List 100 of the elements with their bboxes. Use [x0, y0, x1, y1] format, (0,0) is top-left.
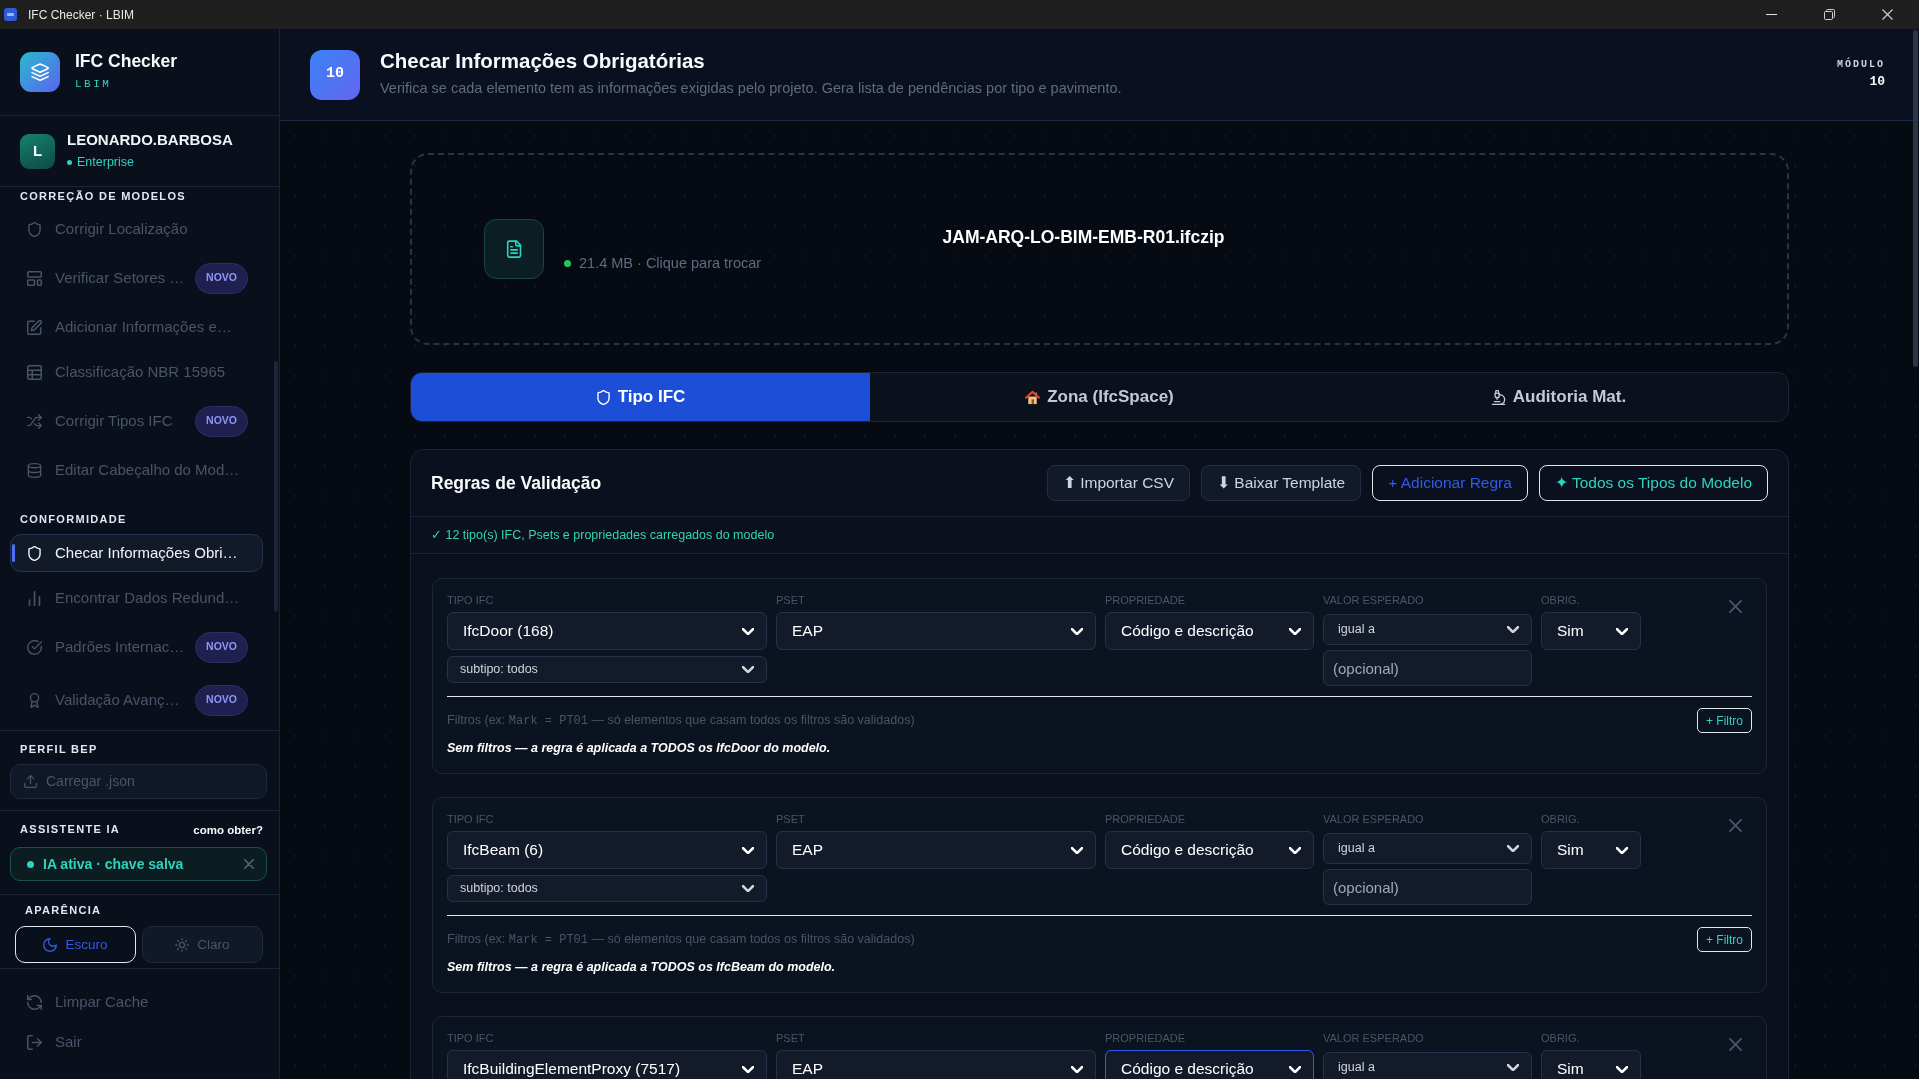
- document-icon: [484, 219, 544, 279]
- status-dot-icon: [564, 260, 571, 268]
- remove-key-button[interactable]: [244, 859, 254, 870]
- filters-hint: Filtros (ex: Mark = PT01 — só elementos que casam todos os filtros são validados): [447, 931, 915, 949]
- field-label: PROPRIEDADE: [1105, 1032, 1186, 1045]
- pset-dropdown[interactable]: EAP: [776, 1050, 1096, 1079]
- status-dot-icon: [67, 159, 72, 165]
- field-label: OBRIG.: [1541, 1032, 1580, 1045]
- field-label: VALOR ESPERADO: [1323, 594, 1424, 607]
- ifc-type-dropdown[interactable]: IfcDoor (168): [447, 612, 767, 650]
- logout-icon: [27, 1034, 42, 1050]
- module-number: 10: [1869, 74, 1885, 90]
- new-badge: NOVO: [195, 631, 248, 663]
- chevron-down-icon: [1071, 627, 1083, 635]
- tab[interactable]: Auditoria Mat.: [1329, 373, 1788, 421]
- panel-title: Regras de Validação: [431, 471, 602, 495]
- ai-status-text: IA ativa · chave salva: [43, 854, 184, 874]
- remove-rule-button[interactable]: [1729, 600, 1742, 613]
- remove-rule-button[interactable]: [1729, 819, 1742, 832]
- refresh-icon: [27, 994, 42, 1010]
- chevron-down-icon: [1289, 627, 1301, 635]
- tab[interactable]: Tipo IFC: [411, 373, 870, 421]
- new-badge: NOVO: [195, 405, 248, 437]
- microscope-icon: [1490, 389, 1506, 405]
- pset-dropdown[interactable]: EAP: [776, 612, 1096, 650]
- field-label: PROPRIEDADE: [1105, 594, 1186, 607]
- field-label: OBRIG.: [1541, 594, 1580, 607]
- scrollbar-thumb[interactable]: [1913, 30, 1918, 367]
- file-drop-zone[interactable]: JAM-ARQ-LO-BIM-EMB-R01.ifczip 21.4 MB · Clique para trocar: [410, 153, 1789, 345]
- section-title: CORREÇÃO DE MODELOS: [20, 189, 186, 203]
- chevron-down-icon: [1616, 1065, 1628, 1073]
- add-filter-button[interactable]: + Filtro: [1697, 927, 1752, 952]
- expected-value-input[interactable]: (opcional): [1323, 869, 1532, 905]
- pset-dropdown[interactable]: EAP: [776, 831, 1096, 869]
- ifc-type-dropdown[interactable]: IfcBuildingElementProxy (7517): [447, 1050, 767, 1079]
- field-label: TIPO IFC: [447, 594, 494, 607]
- operator-dropdown[interactable]: igual a: [1323, 614, 1532, 645]
- add-filter-button[interactable]: + Filtro: [1697, 708, 1752, 733]
- sidebar-item[interactable]: Checar Informações Obri…: [10, 534, 263, 572]
- close-icon: [1729, 819, 1742, 832]
- rule-note: Sem filtros — a regra é aplicada a TODOS os IfcDoor do modelo.: [447, 740, 831, 756]
- edit-icon: [27, 319, 42, 335]
- window-title: IFC Checker · LBIM: [28, 6, 135, 24]
- chevron-down-icon: [1289, 1065, 1301, 1073]
- page-description: Verifica se cada elemento tem as informações exigidas pelo projeto. Gera lista de pendências por tipo e pavimento.: [380, 79, 1122, 99]
- required-dropdown[interactable]: Sim: [1541, 612, 1641, 650]
- filters-hint: Filtros (ex: Mark = PT01 — só elementos que casam todos os filtros são validados): [447, 712, 915, 730]
- action-button[interactable]: ✦ Todos os Tipos do Modelo: [1538, 465, 1768, 501]
- house-icon: [1025, 389, 1041, 405]
- page-title: Checar Informações Obrigatórias: [380, 48, 705, 74]
- operator-dropdown[interactable]: igual a: [1323, 833, 1532, 864]
- file-name: JAM-ARQ-LO-BIM-EMB-R01.ifczip: [942, 226, 1225, 247]
- help-link[interactable]: como obter?: [193, 822, 263, 840]
- action-button[interactable]: ⬆ Importar CSV: [1046, 465, 1191, 501]
- remove-rule-button[interactable]: [1729, 1038, 1742, 1051]
- new-badge: NOVO: [195, 262, 248, 294]
- app-subtitle: LBIM: [75, 77, 112, 93]
- expected-value-input[interactable]: (opcional): [1323, 650, 1532, 686]
- shield-icon: [27, 545, 42, 561]
- chevron-down-icon: [742, 846, 754, 854]
- shield-icon: [595, 389, 611, 405]
- field-label: OBRIG.: [1541, 813, 1580, 826]
- layers-logo-icon: [20, 52, 60, 92]
- section-title: PERFIL BEP: [20, 742, 98, 756]
- chevron-down-icon: [1616, 846, 1628, 854]
- bar-chart-icon: [27, 590, 42, 606]
- user-name: LEONARDO.BARBOSA: [67, 130, 233, 149]
- property-dropdown[interactable]: Código e descrição: [1105, 831, 1314, 869]
- required-dropdown[interactable]: Sim: [1541, 831, 1641, 869]
- upload-icon: [24, 775, 37, 788]
- check-circle-icon: [27, 639, 42, 655]
- field-label: TIPO IFC: [447, 1032, 494, 1045]
- field-label: PSET: [776, 813, 805, 826]
- subtype-dropdown[interactable]: subtipo: todos: [447, 875, 767, 902]
- property-dropdown[interactable]: Código e descrição: [1105, 612, 1314, 650]
- field-label: PSET: [776, 1032, 805, 1045]
- field-label: VALOR ESPERADO: [1323, 813, 1424, 826]
- operator-dropdown[interactable]: igual a: [1323, 1052, 1532, 1079]
- app-icon: [4, 8, 17, 21]
- chevron-down-icon: [1071, 846, 1083, 854]
- close-icon: [1881, 9, 1893, 20]
- section-title: ASSISTENTE IA: [20, 822, 121, 836]
- field-label: PROPRIEDADE: [1105, 813, 1186, 826]
- chevron-down-icon: [742, 627, 754, 635]
- layout-icon: [27, 270, 42, 286]
- table-icon: [27, 364, 42, 380]
- property-dropdown[interactable]: Código e descrição: [1105, 1050, 1314, 1079]
- status-message: ✓ 12 tipo(s) IFC, Psets e propriedades carregados do modelo: [431, 526, 775, 544]
- restore-icon: [1823, 9, 1835, 20]
- action-button[interactable]: ⬇ Baixar Template: [1201, 465, 1362, 501]
- file-meta: 21.4 MB · Clique para trocar: [579, 253, 762, 273]
- subtype-dropdown[interactable]: subtipo: todos: [447, 656, 767, 683]
- chevron-down-icon: [1507, 1064, 1519, 1071]
- ifc-type-dropdown[interactable]: IfcBeam (6): [447, 831, 767, 869]
- rule-note: Sem filtros — a regra é aplicada a TODOS os IfcBeam do modelo.: [447, 959, 836, 975]
- required-dropdown[interactable]: Sim: [1541, 1050, 1641, 1079]
- tab[interactable]: Zona (IfcSpace): [870, 373, 1329, 421]
- field-label: PSET: [776, 594, 805, 607]
- plan-label: Enterprise: [77, 153, 134, 171]
- chevron-down-icon: [1507, 626, 1519, 633]
